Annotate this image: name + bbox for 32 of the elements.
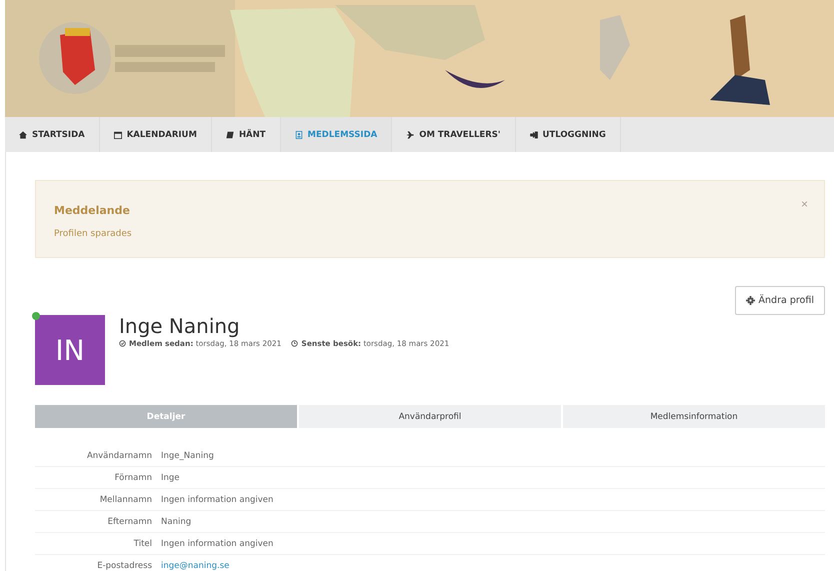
- field-label: Mellannamn: [98, 494, 153, 504]
- notice-title: Meddelande: [54, 204, 130, 217]
- nav-item[interactable]: OM TRAVELLERS': [392, 117, 516, 152]
- avatar: IN: [35, 315, 105, 385]
- tab[interactable]: Medlemsinformation: [563, 405, 825, 428]
- nav-item[interactable]: KALENDARIUM: [100, 117, 212, 152]
- field-value: Inge_Naning: [161, 450, 214, 460]
- field-label: Efternamn: [106, 516, 153, 526]
- field-label: Användarnamn: [86, 450, 153, 460]
- field-label: E-postadress: [96, 560, 153, 570]
- nav-item[interactable]: STARTSIDA: [5, 117, 100, 152]
- id-card-icon: [294, 130, 303, 138]
- tab[interactable]: Användarprofil: [299, 405, 561, 428]
- book-icon: [226, 130, 234, 138]
- edit-profile-button[interactable]: Ändra profil: [734, 286, 825, 315]
- check-circle-icon: [119, 340, 126, 347]
- field-label: Titel: [132, 538, 153, 548]
- field-value: Ingen information angiven: [161, 494, 274, 504]
- member-name: Inge Naning: [119, 315, 241, 337]
- sign-out-icon: [530, 130, 538, 138]
- nav-item[interactable]: UTLOGGNING: [516, 117, 621, 152]
- notice-message: Profilen sparades: [54, 229, 132, 239]
- field-value: Inge: [161, 472, 180, 482]
- plane-icon: [406, 130, 414, 138]
- field-label: Förnamn: [114, 472, 153, 482]
- calendar-icon: [114, 130, 122, 138]
- home-icon: [19, 130, 27, 138]
- clock-icon: [291, 340, 298, 347]
- field-value: Ingen information angiven: [161, 538, 274, 548]
- field-value: Naning: [161, 516, 192, 526]
- email-link[interactable]: inge@naning.se: [161, 560, 230, 570]
- gear-icon: [746, 296, 755, 305]
